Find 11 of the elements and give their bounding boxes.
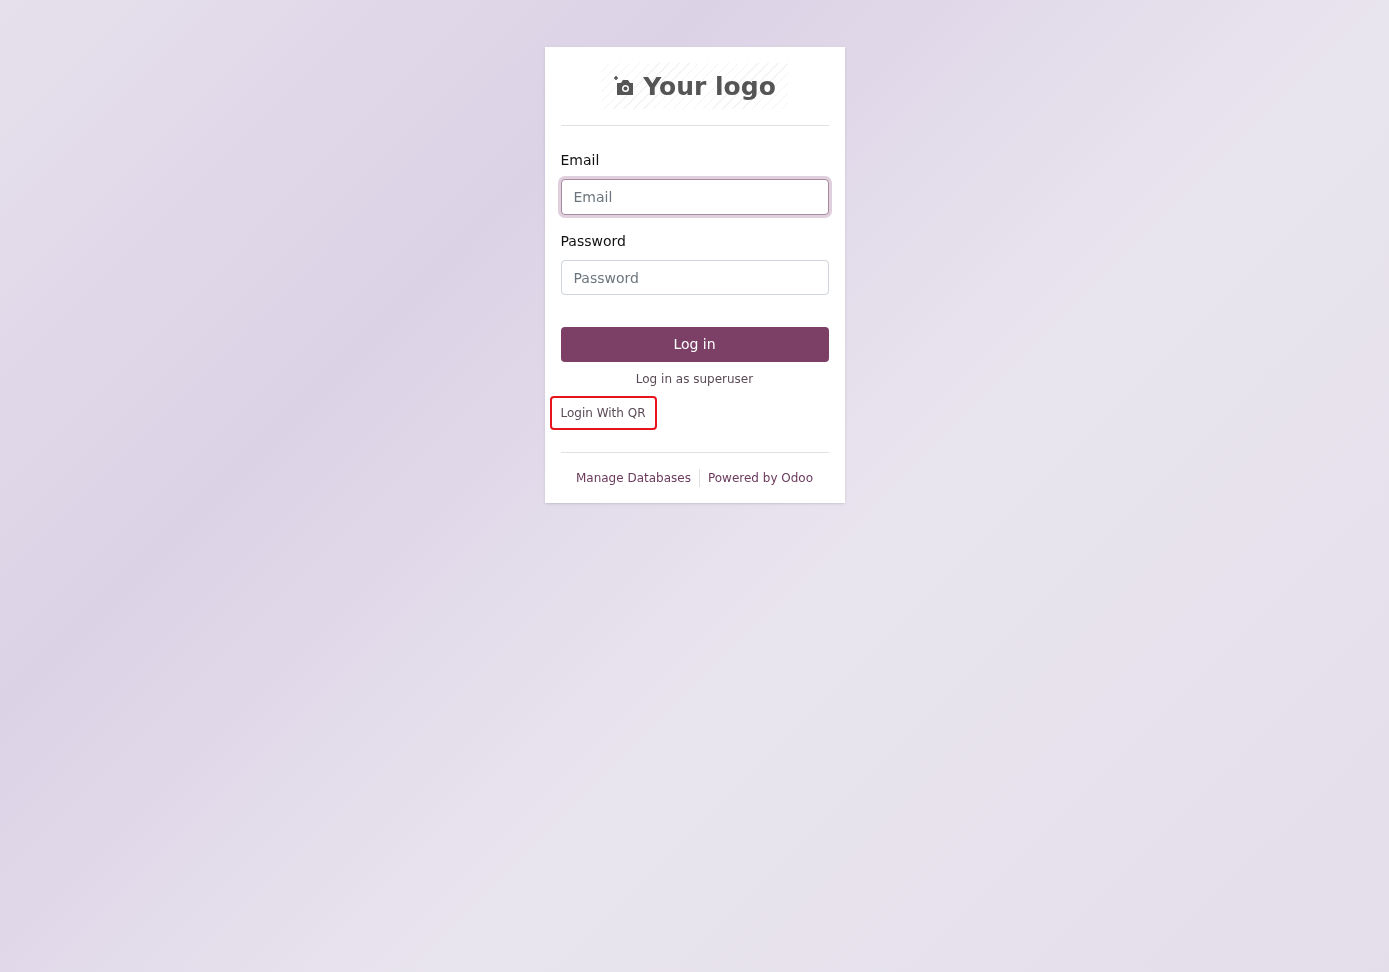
input-field[interactable]: Email <box>560 179 829 215</box>
camera-icon <box>613 76 636 96</box>
superuser-link[interactable]: Log in as superuser <box>635 370 754 388</box>
footer-link[interactable]: Manage Databases <box>575 469 691 487</box>
logo-text: Your logo <box>643 73 776 99</box>
footer-link[interactable]: Powered by Odoo <box>698 469 814 487</box>
field-label: Email <box>560 151 601 170</box>
input-field[interactable]: Password <box>560 260 829 295</box>
field-label: Password <box>560 232 627 251</box>
qr-login-link[interactable]: Login With QR <box>549 396 657 430</box>
login-button[interactable]: Log in <box>560 327 829 362</box>
